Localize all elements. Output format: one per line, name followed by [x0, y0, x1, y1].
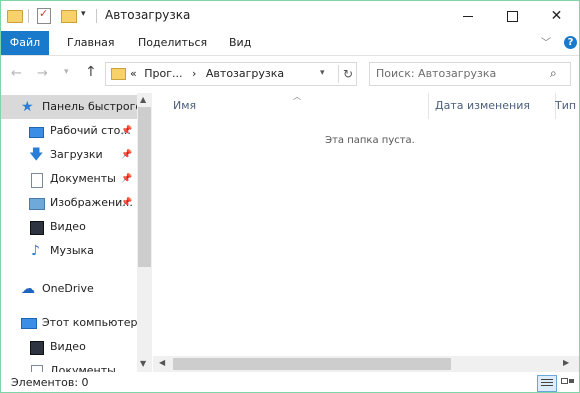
nav-item-this-pc[interactable]: Этот компьютер: [1, 311, 137, 335]
explorer-window: ▾ Автозагрузка ✕ Файл Главная Поделиться…: [0, 0, 580, 393]
nav-pane-scrollbar[interactable]: ▲ ▼: [137, 93, 152, 372]
minimize-icon: [462, 15, 473, 17]
nav-item-documents[interactable]: Документы 📌: [1, 167, 137, 191]
star-icon: ★: [21, 99, 34, 115]
nav-item-pictures[interactable]: Изображени... 📌: [1, 191, 137, 215]
nav-item-label: Загрузки: [50, 148, 103, 161]
scroll-right-icon[interactable]: ▶: [563, 358, 569, 367]
refresh-icon[interactable]: ↻: [338, 65, 357, 83]
search-input[interactable]: Поиск: Автозагрузка: [376, 67, 496, 80]
address-bar[interactable]: « Прог... › Автозагрузка ▾ ↻: [105, 62, 357, 86]
minimize-button[interactable]: [445, 1, 490, 31]
folder-icon: [111, 68, 126, 80]
window-title: Автозагрузка: [105, 8, 191, 22]
maximize-button[interactable]: [490, 1, 535, 31]
search-box[interactable]: Поиск: Автозагрузка ⌕: [369, 62, 571, 86]
ribbon-tabs: Файл Главная Поделиться Вид ﹀ ?: [1, 31, 579, 56]
tab-view[interactable]: Вид: [229, 31, 251, 55]
column-header-type[interactable]: Тип: [549, 93, 579, 119]
breadcrumb-separator-icon: ›: [192, 67, 197, 80]
documents-icon: [31, 365, 43, 372]
large-icons-view-icon[interactable]: [559, 376, 575, 390]
file-list-horizontal-scrollbar[interactable]: ◀ ▶: [153, 356, 579, 372]
recent-locations-chevron-icon[interactable]: ▾: [64, 67, 69, 77]
nav-item-label: Этот компьютер: [42, 316, 137, 329]
nav-item-music[interactable]: ♪ Музыка: [1, 239, 137, 263]
maximize-icon: [507, 10, 518, 22]
scrollbar-thumb[interactable]: [138, 107, 151, 267]
back-arrow-icon[interactable]: ←: [11, 66, 22, 81]
scroll-up-icon[interactable]: ▲: [140, 95, 146, 104]
column-header-date-modified[interactable]: Дата изменения: [429, 93, 556, 119]
help-icon[interactable]: ?: [564, 36, 577, 49]
nav-item-label: Музыка: [50, 244, 94, 257]
tab-home[interactable]: Главная: [67, 31, 115, 55]
empty-folder-message: Эта папка пуста.: [325, 135, 415, 146]
pin-icon: 📌: [121, 150, 133, 160]
video-icon: [30, 341, 44, 355]
close-button[interactable]: ✕: [534, 1, 579, 31]
pictures-icon: [29, 198, 45, 210]
nav-item-label: OneDrive: [42, 282, 94, 295]
customize-toolbar-chevron-icon[interactable]: ▾: [81, 9, 86, 27]
nav-item-label: Документы: [50, 364, 116, 372]
nav-item-pc-videos[interactable]: Видео: [1, 335, 137, 359]
address-row: ← → ▾ ↑ « Прог... › Автозагрузка ▾ ↻ Пои…: [1, 56, 579, 92]
scroll-down-icon[interactable]: ▼: [140, 359, 146, 368]
title-separator: [96, 9, 97, 23]
breadcrumb-item[interactable]: Прог...: [144, 67, 182, 80]
pin-icon: 📌: [121, 174, 133, 184]
status-bar: Элементов: 0: [1, 373, 579, 392]
navigation-pane: ★ Панель быстрого доступа Рабочий сто...…: [1, 93, 152, 372]
pin-icon: 📌: [121, 198, 133, 208]
pin-icon: 📌: [121, 126, 133, 136]
scrollbar-thumb[interactable]: [173, 358, 451, 370]
title-bar: ▾ Автозагрузка ✕: [1, 1, 579, 31]
nav-item-label: Панель быстрого доступа: [42, 100, 137, 113]
properties-icon[interactable]: [37, 7, 51, 24]
computer-icon: [21, 318, 37, 329]
onedrive-icon: ☁: [21, 281, 35, 297]
folder-icon[interactable]: [7, 10, 23, 23]
nav-item-downloads[interactable]: 🡇 Загрузки 📌: [1, 143, 137, 167]
download-icon: 🡇: [29, 147, 44, 163]
nav-item-onedrive[interactable]: ☁ OneDrive: [1, 277, 137, 301]
nav-item-label: Документы: [50, 172, 116, 185]
forward-arrow-icon[interactable]: →: [37, 66, 48, 81]
new-folder-icon[interactable]: [61, 10, 77, 23]
breadcrumb-overflow[interactable]: «: [130, 67, 137, 80]
scroll-left-icon[interactable]: ◀: [159, 358, 165, 367]
breadcrumb: « Прог... › Автозагрузка: [130, 67, 284, 80]
details-view-icon[interactable]: [537, 375, 557, 392]
breadcrumb-item[interactable]: Автозагрузка: [206, 67, 284, 80]
nav-item-quick-access[interactable]: ★ Панель быстрого доступа: [1, 95, 137, 119]
desktop-icon: [29, 127, 44, 138]
nav-item-label: Видео: [50, 340, 86, 353]
quick-access-separator: [28, 9, 29, 23]
address-history-chevron-icon[interactable]: ▾: [320, 68, 325, 78]
up-arrow-icon[interactable]: ↑: [85, 64, 97, 80]
search-icon[interactable]: ⌕: [550, 66, 557, 81]
nav-item-desktop[interactable]: Рабочий сто... 📌: [1, 119, 137, 143]
close-icon: ✕: [550, 8, 563, 24]
nav-item-videos[interactable]: Видео: [1, 215, 137, 239]
file-list[interactable]: ︿ Имя Дата изменения Тип Эта папка пуста…: [153, 92, 579, 356]
music-icon: ♪: [31, 243, 40, 259]
item-count: Элементов: 0: [11, 376, 89, 389]
video-icon: [30, 221, 44, 235]
expand-ribbon-chevron-icon[interactable]: ﹀: [541, 34, 551, 49]
tab-share[interactable]: Поделиться: [138, 31, 207, 55]
documents-icon: [31, 173, 43, 188]
column-header-name[interactable]: Имя: [173, 93, 429, 119]
nav-item-label: Рабочий сто...: [50, 124, 131, 137]
nav-item-label: Видео: [50, 220, 86, 233]
nav-item-pc-documents[interactable]: Документы: [1, 359, 137, 372]
tab-file[interactable]: Файл: [1, 31, 49, 55]
